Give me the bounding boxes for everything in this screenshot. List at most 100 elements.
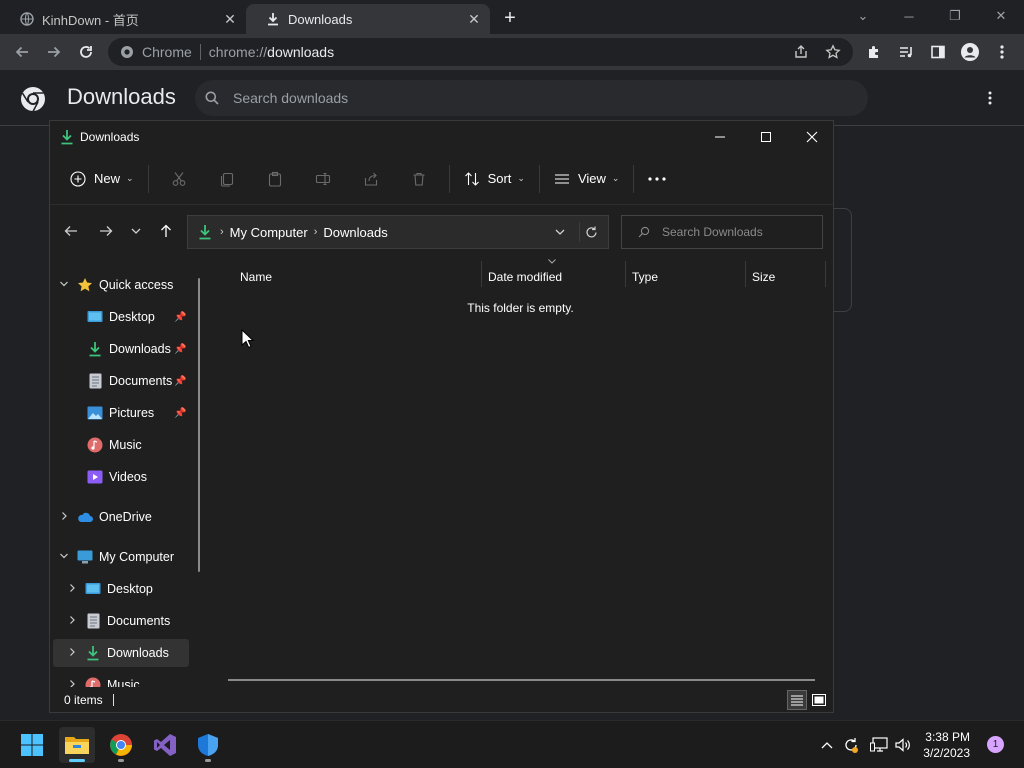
view-button[interactable]: View ⌄	[546, 163, 628, 195]
address-history-chevron-icon[interactable]	[554, 226, 566, 238]
pin-icon[interactable]: 📌	[174, 376, 186, 387]
close-tab-icon[interactable]: ✕	[220, 9, 240, 29]
chrome-menu-icon[interactable]	[988, 38, 1016, 66]
back-icon[interactable]	[8, 38, 36, 66]
nav-music[interactable]: Music	[81, 431, 142, 459]
pin-icon[interactable]: 📌	[174, 408, 186, 419]
chevron-right-icon[interactable]	[65, 615, 79, 628]
taskbar-windows-security[interactable]	[190, 727, 226, 763]
column-header-date-modified[interactable]: Date modified	[488, 265, 562, 289]
cut-button[interactable]	[155, 163, 203, 195]
back-icon[interactable]	[57, 217, 85, 245]
network-icon[interactable]	[867, 733, 891, 757]
desktop-icon	[87, 309, 103, 325]
pin-icon[interactable]: 📌	[174, 312, 186, 323]
address-bar[interactable]: Chrome chrome://downloads	[108, 38, 853, 66]
chevron-right-icon[interactable]	[65, 583, 79, 596]
side-panel-icon[interactable]	[924, 38, 952, 66]
tab-downloads[interactable]: Downloads ✕	[246, 4, 490, 34]
share-button[interactable]	[347, 163, 395, 195]
search-downloads-input[interactable]: Search downloads	[195, 80, 868, 116]
nav-computer-downloads[interactable]: Downloads	[53, 639, 189, 667]
address-bar[interactable]: › My Computer › Downloads	[187, 215, 609, 249]
copy-button[interactable]	[203, 163, 251, 195]
share-icon	[355, 171, 387, 187]
tab-search-icon[interactable]: ⌄	[840, 4, 886, 28]
chevron-down-icon[interactable]	[57, 279, 71, 292]
column-divider[interactable]	[625, 261, 626, 287]
column-divider[interactable]	[745, 261, 746, 287]
nav-computer-documents[interactable]: Documents	[65, 607, 170, 635]
media-controls-icon[interactable]	[892, 38, 920, 66]
see-more-button[interactable]	[640, 163, 674, 195]
breadcrumb-downloads[interactable]: Downloads	[323, 225, 387, 240]
nav-onedrive[interactable]: OneDrive	[57, 503, 152, 531]
nav-quick-access[interactable]: Quick access	[57, 271, 173, 299]
address-row: › My Computer › Downloads Search Downloa…	[50, 207, 833, 257]
details-view-button[interactable]	[787, 690, 807, 710]
chevron-down-icon[interactable]	[57, 551, 71, 564]
start-button[interactable]	[14, 727, 50, 763]
pin-icon[interactable]: 📌	[174, 344, 186, 355]
nav-scrollbar[interactable]	[198, 278, 200, 572]
tab-kinhdown[interactable]: KinhDown - 首页 ✕	[0, 4, 246, 34]
restore-icon[interactable]: ❐	[932, 4, 978, 28]
profile-avatar-icon[interactable]	[956, 38, 984, 66]
minimize-icon[interactable]: ─	[886, 4, 932, 28]
extensions-icon[interactable]	[860, 38, 888, 66]
column-divider[interactable]	[481, 261, 482, 287]
column-header-size[interactable]: Size	[752, 265, 775, 289]
close-tab-icon[interactable]: ✕	[464, 9, 484, 29]
delete-button[interactable]	[395, 163, 443, 195]
recent-locations-chevron-icon[interactable]	[122, 217, 150, 245]
notification-badge[interactable]: 1	[987, 736, 1004, 753]
nav-label: Documents	[107, 614, 171, 628]
share-icon[interactable]	[793, 44, 809, 60]
search-downloads-field[interactable]: Search Downloads	[621, 215, 823, 249]
close-icon[interactable]	[789, 121, 835, 153]
downloads-menu-icon[interactable]	[988, 91, 992, 105]
nav-videos[interactable]: Videos	[81, 463, 147, 491]
system-clock[interactable]: 3:38 PM 3/2/2023	[910, 729, 970, 761]
taskbar-visual-studio[interactable]	[147, 727, 183, 763]
new-button[interactable]: New ⌄	[62, 163, 142, 195]
forward-icon[interactable]	[92, 217, 120, 245]
chevron-right-icon[interactable]	[57, 511, 71, 524]
column-header-name[interactable]: Name	[240, 265, 272, 289]
browser-toolbar: Chrome chrome://downloads	[0, 34, 1024, 70]
taskbar-file-explorer[interactable]	[59, 727, 95, 763]
up-icon[interactable]	[152, 217, 180, 245]
sync-icon[interactable]	[839, 733, 863, 757]
chevron-right-icon[interactable]	[65, 679, 79, 687]
close-icon[interactable]: ✕	[978, 4, 1024, 28]
column-divider[interactable]	[825, 261, 826, 287]
forward-icon[interactable]	[40, 38, 68, 66]
nav-desktop-pinned[interactable]: Desktop 📌	[81, 303, 191, 331]
paste-button[interactable]	[251, 163, 299, 195]
breadcrumb-chevron-icon: ›	[220, 226, 224, 238]
show-hidden-icons-icon[interactable]	[815, 733, 839, 757]
bookmark-star-icon[interactable]	[825, 44, 841, 60]
minimize-icon[interactable]	[697, 121, 743, 153]
horizontal-scrollbar[interactable]	[228, 679, 815, 681]
nav-computer-music[interactable]: Music	[65, 671, 140, 687]
chevron-right-icon[interactable]	[65, 647, 79, 660]
taskbar-chrome[interactable]	[103, 727, 139, 763]
breadcrumb-my-computer[interactable]: My Computer	[230, 225, 308, 240]
nav-computer-desktop[interactable]: Desktop	[65, 575, 153, 603]
refresh-icon[interactable]	[585, 226, 598, 239]
new-tab-button[interactable]: +	[498, 6, 522, 30]
column-header-type[interactable]: Type	[632, 265, 658, 289]
rename-button[interactable]	[299, 163, 347, 195]
file-list[interactable]: Name Date modified Type Size This folder…	[208, 257, 833, 687]
nav-pictures-pinned[interactable]: Pictures 📌	[81, 399, 191, 427]
sort-button[interactable]: Sort ⌄	[456, 163, 533, 195]
reload-icon[interactable]	[72, 38, 100, 66]
site-label: Chrome	[142, 44, 192, 60]
large-icons-view-button[interactable]	[809, 690, 829, 710]
clock-time: 3:38 PM	[925, 730, 970, 744]
maximize-icon[interactable]	[743, 121, 789, 153]
nav-documents-pinned[interactable]: Documents 📌	[81, 367, 191, 395]
nav-downloads-pinned[interactable]: Downloads 📌	[81, 335, 191, 363]
nav-my-computer[interactable]: My Computer	[57, 543, 174, 571]
